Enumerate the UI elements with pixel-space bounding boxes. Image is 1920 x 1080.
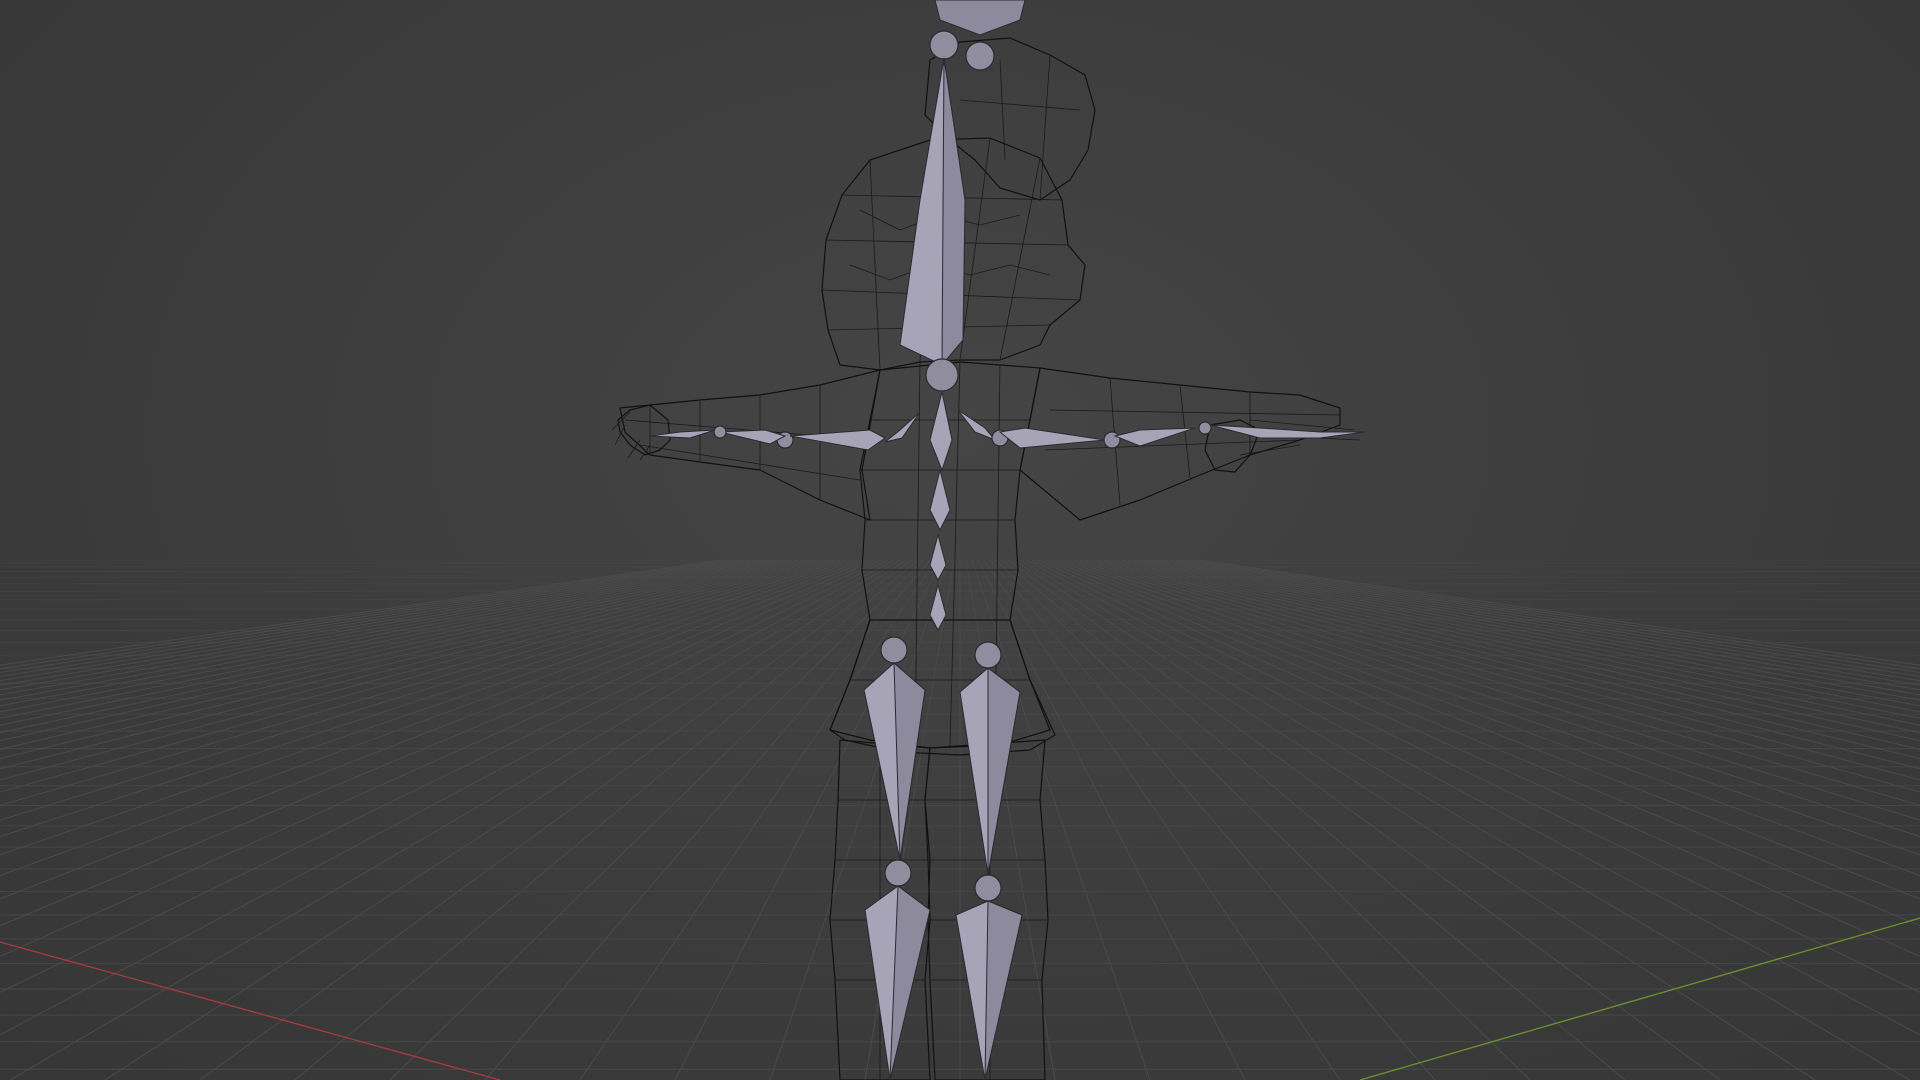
grid-line: [1151, 559, 1920, 701]
grid-line: [0, 559, 733, 674]
grid-line: [0, 559, 829, 781]
grid-line: [769, 559, 949, 1080]
bone-forearm-right[interactable]: [1113, 427, 1196, 447]
grid-line: [1025, 559, 1920, 1036]
bone-hand-right[interactable]: [1209, 424, 1366, 439]
grid-line: [995, 559, 1531, 1080]
grid-line: [0, 559, 787, 719]
grid-line: [1037, 559, 1920, 957]
grid-line: [0, 559, 793, 726]
grid-line: [1091, 559, 1920, 781]
grid-line: [1145, 559, 1920, 707]
grid-line: [983, 559, 1341, 1080]
grid-line: [1055, 559, 1920, 877]
bone-upperarm-left[interactable]: [789, 429, 886, 451]
bone-hand-left[interactable]: [649, 429, 716, 439]
grid-line: [0, 559, 739, 678]
joint-knee-right[interactable]: [974, 874, 1002, 902]
joint-hip-left[interactable]: [880, 636, 908, 664]
grid-line: [0, 559, 769, 701]
grid-line: [1193, 559, 1920, 670]
grid-line: [1073, 559, 1920, 821]
viewport-scene[interactable]: [0, 0, 1920, 1080]
grid-line: [389, 559, 925, 1080]
grid-line: [1001, 559, 1626, 1080]
x-axis-line: [0, 941, 501, 1080]
y-axis-line: [1359, 917, 1920, 1080]
bone-spine-2[interactable]: [929, 469, 951, 532]
left-hand: [617, 404, 671, 456]
joint-wrist-left[interactable]: [713, 425, 727, 439]
grid-line: [1133, 559, 1920, 719]
grid-line: [0, 559, 727, 670]
grid-line: [977, 559, 1246, 1080]
grid-line: [1103, 559, 1920, 760]
grid-line: [0, 559, 859, 856]
joint-hand-right[interactable]: [1198, 421, 1212, 435]
grid-line: [1169, 559, 1920, 686]
joint-head-tip[interactable]: [929, 30, 959, 60]
grid-line: [0, 559, 865, 877]
grid-line: [1181, 559, 1920, 678]
grid-line: [0, 559, 871, 900]
joint-bun[interactable]: [965, 41, 995, 71]
bone-upperarm-right[interactable]: [998, 427, 1106, 449]
grid-line: [1139, 559, 1920, 713]
grid-line: [1097, 559, 1920, 770]
armature-bones[interactable]: [649, 0, 1366, 1080]
grid-line: [1007, 559, 1721, 1080]
grid-line: [1127, 559, 1920, 726]
grid-line: [0, 559, 889, 993]
right-arm: [1019, 367, 1341, 521]
grid-line: [0, 559, 847, 821]
grid-line: [0, 559, 883, 957]
bone-spine-1[interactable]: [929, 391, 953, 472]
grid-line: [0, 559, 853, 838]
joint-knee-left[interactable]: [884, 859, 912, 887]
grid-line: [199, 559, 913, 1080]
grid-line: [0, 559, 751, 686]
skirt: [829, 619, 1056, 756]
bone-shoulder-left[interactable]: [884, 411, 921, 443]
joint-hip-right[interactable]: [974, 641, 1002, 669]
bone-head-top[interactable]: [934, 0, 1026, 36]
bone-shoulder-right[interactable]: [957, 409, 996, 441]
grid-line: [0, 559, 817, 760]
grid-line: [1049, 559, 1920, 900]
3d-viewport[interactable]: [0, 0, 1920, 1080]
grid-line: [0, 559, 775, 707]
grid-line: [1031, 559, 1920, 993]
grid-line: [0, 559, 805, 742]
joint-wrist-right[interactable]: [1103, 431, 1121, 449]
grid-line: [0, 559, 895, 1036]
grid-line: [1067, 559, 1920, 838]
grid-line: [294, 559, 919, 1080]
grid-line: [1115, 559, 1920, 742]
grid-line: [0, 559, 781, 713]
grid-line: [1061, 559, 1920, 856]
grid-line: [1187, 559, 1920, 674]
joint-neck[interactable]: [925, 358, 959, 392]
grid-line: [0, 559, 823, 770]
